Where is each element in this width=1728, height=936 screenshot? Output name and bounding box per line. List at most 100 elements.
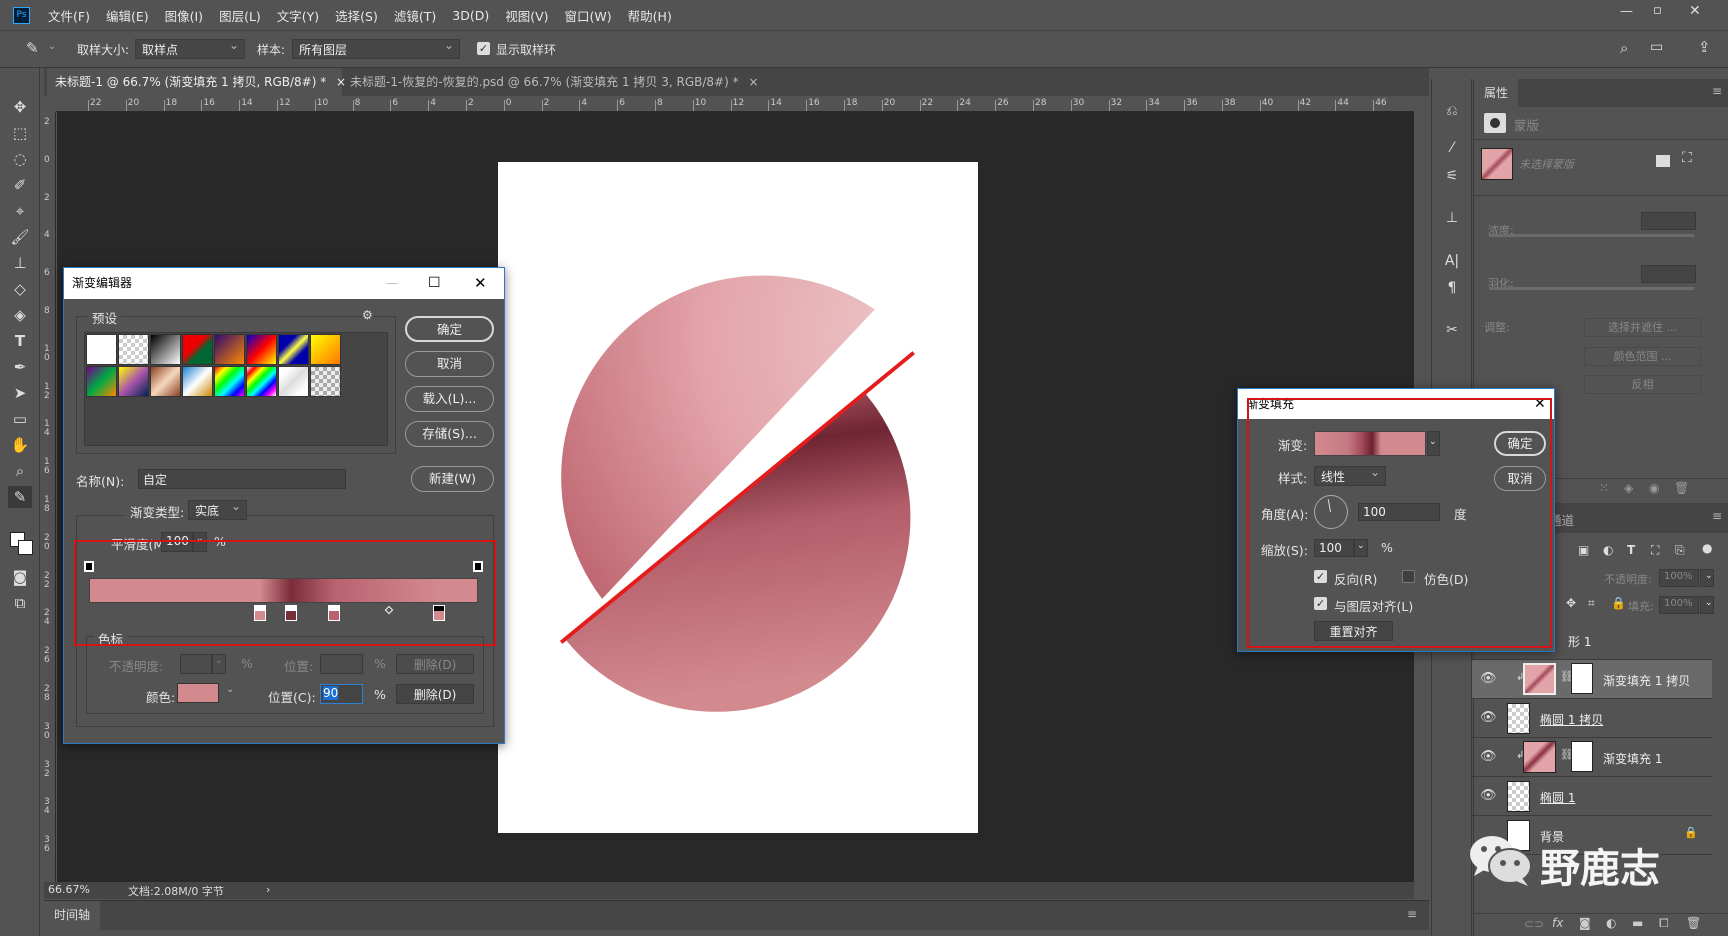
quick-mask-icon[interactable]: ◙ xyxy=(8,566,32,588)
color-dropdown-chevron-icon[interactable]: ⌄ xyxy=(226,684,234,695)
group-folder-icon[interactable]: ▬ xyxy=(1632,916,1643,930)
menu-select[interactable]: 选择(S) xyxy=(327,6,386,25)
menu-layer[interactable]: 图层(L) xyxy=(211,6,269,25)
lock-position-icon[interactable]: ✥ xyxy=(1566,596,1576,610)
workspace-icon[interactable]: ▭ xyxy=(1650,39,1663,55)
load-button[interactable]: 载入(L)... xyxy=(405,386,494,412)
delete-mask-icon[interactable]: 🗑 xyxy=(1674,481,1689,495)
menu-edit[interactable]: 编辑(E) xyxy=(98,6,157,25)
filter-shape-icon[interactable]: ⛶ xyxy=(1651,543,1659,558)
type-tool-icon[interactable]: T xyxy=(8,330,32,352)
marquee-tool-icon[interactable]: ⬚ xyxy=(8,122,32,144)
opacity-dropdown[interactable]: ⌄ xyxy=(1700,569,1714,587)
eyedropper-tool-icon[interactable]: ✎ xyxy=(8,486,32,508)
preset-swatch[interactable] xyxy=(118,334,149,365)
preset-swatch[interactable] xyxy=(118,366,149,397)
preset-swatch[interactable] xyxy=(246,334,277,365)
preset-swatch[interactable] xyxy=(278,366,309,397)
zoom-level[interactable]: 66.67% xyxy=(48,883,90,896)
preset-swatch[interactable] xyxy=(310,334,341,365)
color-stop[interactable] xyxy=(285,605,298,621)
close-button[interactable]: ✕ xyxy=(474,268,487,299)
save-button[interactable]: 存储(S)... xyxy=(405,421,494,447)
fx-icon[interactable]: fx xyxy=(1552,916,1563,930)
opacity-stop[interactable] xyxy=(84,561,94,572)
visibility-eye-icon[interactable]: 👁 xyxy=(1480,788,1497,803)
menu-filter[interactable]: 滤镜(T) xyxy=(386,6,444,25)
panel-menu-icon[interactable]: ≡ xyxy=(1712,509,1722,523)
visibility-eye-icon[interactable]: 👁 xyxy=(1480,749,1497,764)
new-button[interactable]: 新建(W) xyxy=(411,466,494,492)
preset-swatch[interactable] xyxy=(150,334,181,365)
move-tool-icon[interactable]: ✥ xyxy=(8,96,32,118)
new-layer-icon[interactable]: ⧠ xyxy=(1659,916,1669,931)
preset-swatch[interactable] xyxy=(310,366,341,397)
adjustments-icon[interactable]: ⚟ xyxy=(1441,168,1463,184)
minimize-button[interactable]: — xyxy=(1620,4,1633,19)
color-range-button[interactable]: 颜色范围 ... xyxy=(1584,347,1701,366)
lock-all-icon[interactable]: 🔒 xyxy=(1611,596,1626,610)
search-icon[interactable]: ⌕ xyxy=(1620,39,1628,57)
menu-help[interactable]: 帮助(H) xyxy=(620,6,680,25)
preset-swatch[interactable] xyxy=(182,334,213,365)
opacity-input[interactable]: 100% xyxy=(1659,569,1699,587)
filter-adjustment-icon[interactable]: ◐ xyxy=(1603,543,1613,557)
invert-button[interactable]: 反相 xyxy=(1584,375,1701,394)
brush-settings-icon[interactable]: ⁄ xyxy=(1441,140,1463,156)
menu-file[interactable]: 文件(F) xyxy=(40,6,98,25)
layer-row[interactable]: 👁 椭圆 1 xyxy=(1472,777,1712,816)
add-pixel-mask-icon[interactable] xyxy=(1656,155,1670,167)
preset-swatch[interactable] xyxy=(214,334,245,365)
delete-layer-icon[interactable]: 🗑 xyxy=(1686,916,1701,930)
preset-swatch[interactable] xyxy=(86,366,117,397)
tab-properties[interactable]: 属性 xyxy=(1474,79,1518,107)
fill-input[interactable]: 100% xyxy=(1659,596,1699,614)
filter-smart-object-icon[interactable]: ⎘ xyxy=(1675,543,1685,558)
sample-size-select[interactable]: 取样点 xyxy=(135,38,245,59)
filter-toggle[interactable]: ● xyxy=(1702,541,1712,555)
share-icon[interactable]: ⇪ xyxy=(1698,38,1711,56)
path-select-tool-icon[interactable]: ➤ xyxy=(8,382,32,404)
maximize-button[interactable]: ☐ xyxy=(428,268,441,299)
add-vector-mask-icon[interactable]: ⛶ xyxy=(1682,150,1692,166)
layer-row[interactable]: 👁 ↲ ⛓ 渐变填充 1 xyxy=(1472,738,1712,777)
delete-color-stop-button[interactable]: 删除(D) xyxy=(396,684,474,704)
eyedropper-icon[interactable]: ✎ xyxy=(26,39,39,57)
tab-document-2[interactable]: 未标题-1-恢复的-恢复的.psd @ 66.7% (渐变填充 1 拷贝 3, … xyxy=(342,68,759,96)
clone-source-icon[interactable]: ⊥ xyxy=(1441,210,1463,226)
select-and-mask-button[interactable]: 选择并遮住 ... xyxy=(1584,318,1701,337)
tab-timeline[interactable]: 时间轴 xyxy=(44,901,100,930)
preset-swatch[interactable] xyxy=(182,366,213,397)
paragraph-icon[interactable]: ¶ xyxy=(1441,280,1463,296)
mask-thumbnail[interactable] xyxy=(1571,663,1593,694)
panel-menu-icon[interactable]: ≡ xyxy=(1712,84,1722,98)
background-color-swatch[interactable] xyxy=(18,540,33,555)
document-canvas[interactable] xyxy=(498,162,978,833)
preset-swatch[interactable] xyxy=(278,334,309,365)
presets-gear-icon[interactable]: ⚙ xyxy=(362,308,373,322)
color-position-input[interactable]: 90 xyxy=(320,684,363,704)
stop-color-swatch[interactable] xyxy=(177,683,219,703)
preset-swatch[interactable] xyxy=(246,366,277,397)
pen-tool-icon[interactable]: ✒ xyxy=(8,356,32,378)
visibility-eye-icon[interactable]: 👁 xyxy=(1480,710,1497,725)
link-layers-icon[interactable]: ⊂⊃ xyxy=(1524,917,1544,931)
close-window-button[interactable]: ✕ xyxy=(1689,3,1701,19)
character-icon[interactable]: A| xyxy=(1441,253,1463,269)
quick-select-tool-icon[interactable]: ✐ xyxy=(8,174,32,196)
name-input[interactable]: 自定 xyxy=(138,469,346,489)
adjustment-layer-icon[interactable]: ◐ xyxy=(1606,916,1616,930)
tool-preset-chevron-icon[interactable]: ⌄ xyxy=(48,41,56,52)
gradient-tool-icon[interactable]: ◈ xyxy=(8,304,32,326)
stamp-tool-icon[interactable]: ⊥ xyxy=(8,252,32,274)
sample-select[interactable]: 所有图层 xyxy=(292,38,460,59)
maximize-button[interactable]: ▫ xyxy=(1653,3,1662,18)
mask-thumbnail[interactable] xyxy=(1571,741,1593,772)
density-input[interactable] xyxy=(1641,212,1696,230)
color-stop[interactable] xyxy=(433,605,446,621)
minimize-button[interactable]: — xyxy=(386,268,398,299)
rectangle-tool-icon[interactable]: ▭ xyxy=(8,408,32,430)
filter-type-icon[interactable]: T xyxy=(1627,543,1635,557)
density-slider[interactable] xyxy=(1489,234,1694,237)
menu-window[interactable]: 窗口(W) xyxy=(557,6,620,25)
